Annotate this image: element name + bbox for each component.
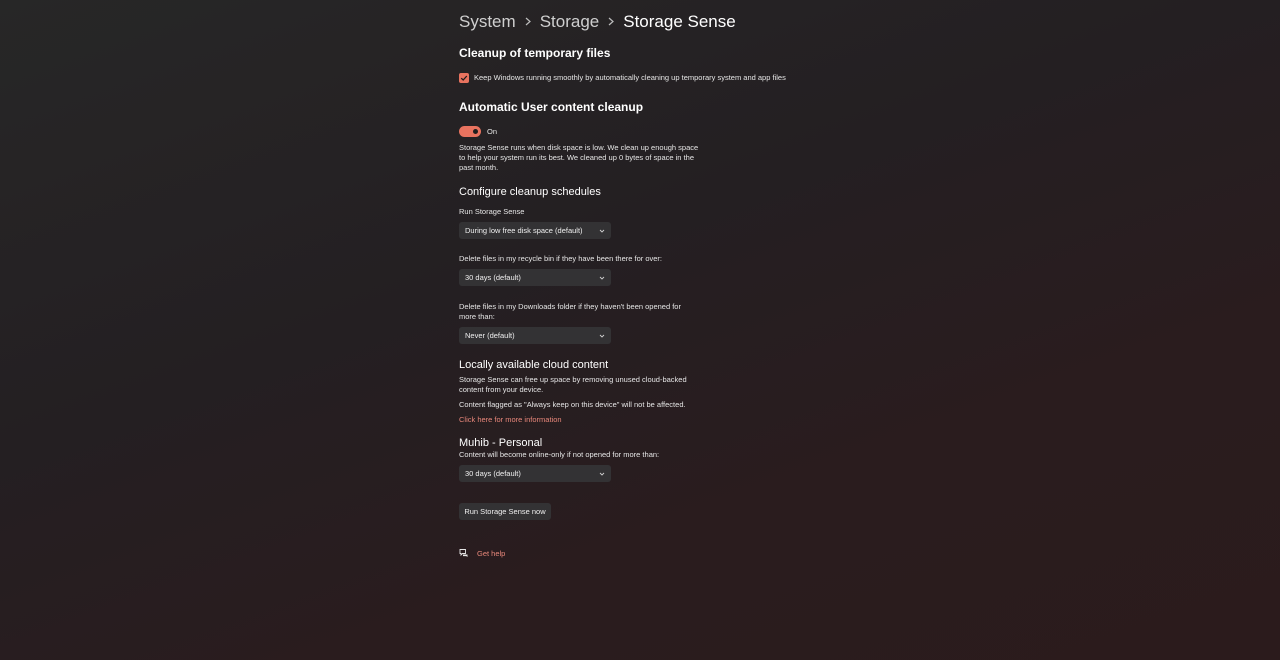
get-help-link[interactable]: Get help — [477, 549, 505, 558]
breadcrumb: System Storage Storage Sense — [459, 12, 736, 32]
run-storage-sense-now-button[interactable]: Run Storage Sense now — [459, 503, 551, 520]
auto-cleanup-title: Automatic User content cleanup — [459, 100, 644, 114]
account-dropdown[interactable]: 30 days (default) — [459, 465, 611, 482]
account-title: Muhib - Personal — [459, 437, 543, 449]
auto-cleanup-toggle-row: On — [459, 126, 497, 137]
chevron-right-icon — [599, 15, 623, 29]
breadcrumb-storage[interactable]: Storage — [540, 12, 600, 32]
cloud-content-title: Locally available cloud content — [459, 359, 609, 371]
chevron-down-icon — [599, 229, 605, 233]
recycle-bin-dropdown[interactable]: 30 days (default) — [459, 269, 611, 286]
cloud-content-description: Storage Sense can free up space by remov… — [459, 375, 687, 394]
temp-files-checkbox-row[interactable]: Keep Windows running smoothly by automat… — [459, 73, 786, 83]
chevron-right-icon — [516, 15, 540, 29]
temp-files-checkbox-label: Keep Windows running smoothly by automat… — [474, 73, 786, 82]
downloads-label: Delete files in my Downloads folder if t… — [459, 302, 681, 321]
cloud-content-note: Content flagged as "Always keep on this … — [459, 400, 686, 409]
schedules-title: Configure cleanup schedules — [459, 186, 601, 198]
checkmark-icon — [460, 75, 468, 81]
downloads-dropdown[interactable]: Never (default) — [459, 327, 611, 344]
auto-cleanup-description: Storage Sense runs when disk space is lo… — [459, 143, 699, 172]
temp-files-title: Cleanup of temporary files — [459, 46, 611, 60]
chevron-down-icon — [599, 472, 605, 476]
page-title: Storage Sense — [623, 12, 736, 31]
temp-files-checkbox[interactable] — [459, 73, 469, 83]
auto-cleanup-toggle[interactable] — [459, 126, 481, 137]
help-chat-icon — [459, 549, 468, 557]
account-value: 30 days (default) — [465, 469, 521, 478]
run-storage-sense-label: Run Storage Sense — [459, 207, 525, 216]
recycle-bin-value: 30 days (default) — [465, 273, 521, 282]
get-help-row[interactable]: Get help — [459, 548, 505, 558]
chevron-down-icon — [599, 276, 605, 280]
run-storage-sense-value: During low free disk space (default) — [465, 226, 583, 235]
more-info-link[interactable]: Click here for more information — [459, 415, 562, 424]
chevron-down-icon — [599, 334, 605, 338]
downloads-value: Never (default) — [465, 331, 515, 340]
run-storage-sense-dropdown[interactable]: During low free disk space (default) — [459, 222, 611, 239]
account-label: Content will become online-only if not o… — [459, 450, 660, 459]
breadcrumb-system[interactable]: System — [459, 12, 516, 32]
recycle-bin-label: Delete files in my recycle bin if they h… — [459, 254, 663, 263]
toggle-state-label: On — [487, 126, 498, 136]
